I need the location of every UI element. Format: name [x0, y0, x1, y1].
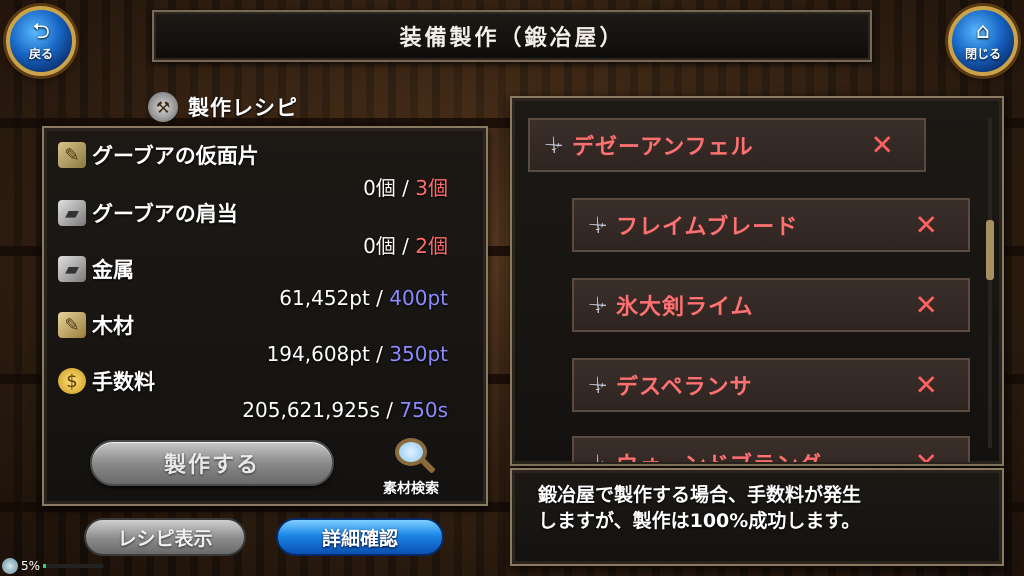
item-name: デスペランサ [616, 375, 753, 400]
recipe-header: ⚒ 製作レシピ [148, 92, 298, 122]
status-indicator: 5% [0, 556, 120, 576]
list-item[interactable]: ⚔ デスペランサ ✕ [572, 358, 970, 412]
material-count: 194,608pt / 350pt [266, 342, 448, 366]
item-name: 氷大剣ライム [616, 295, 754, 320]
ingot-icon: ▰ [58, 200, 86, 226]
material-count: 205,621,925s / 750s [242, 398, 448, 422]
recipe-icon: ⚒ [148, 92, 178, 122]
material-row: ▰ 金属 61,452pt / 400pt [58, 254, 458, 310]
list-item[interactable]: ⚔ フレイムブレード ✕ [572, 198, 970, 252]
detail-check-button[interactable]: 詳細確認 [276, 518, 444, 556]
craft-button[interactable]: 製作する [90, 440, 334, 486]
remove-icon[interactable]: ✕ [915, 447, 938, 463]
recipe-heading: 製作レシピ [188, 96, 298, 120]
material-name: グーブアの仮面片 [92, 144, 259, 168]
back-button[interactable]: ⮌ 戻る [6, 6, 76, 76]
magnifier-icon [395, 438, 427, 466]
list-item[interactable]: ⚔ 氷大剣ライム ✕ [572, 278, 970, 332]
sword-icon: ⚔ [584, 211, 612, 239]
material-row: ✎ 木材 194,608pt / 350pt [58, 310, 458, 366]
material-search-label: 素材検索 [383, 481, 439, 497]
list-item[interactable]: ⚔ デゼーアンフェル ✕ [528, 118, 926, 172]
item-name: ウォーンドブラング [616, 447, 822, 462]
material-count: 0個 / 3個 [363, 176, 448, 200]
info-message-line: 鍛冶屋で製作する場合、手数料が発生 [538, 484, 862, 506]
remove-icon[interactable]: ✕ [871, 129, 894, 162]
material-row: $ 手数料 205,621,925s / 750s [58, 366, 458, 422]
list-item[interactable]: ⚔ ウォーンドブラング ✕ [572, 436, 970, 462]
coin-icon: $ [58, 368, 86, 394]
material-row: ✎ グーブアの仮面片 0個 / 3個 [58, 140, 458, 200]
remove-icon[interactable]: ✕ [915, 289, 938, 322]
info-message-line: しますが、製作は100%成功します。 [538, 510, 861, 532]
remove-icon[interactable]: ✕ [915, 209, 938, 242]
sword-icon: ⚔ [584, 371, 612, 399]
scrollbar-track[interactable] [988, 118, 992, 448]
sword-icon: ⚔ [584, 291, 612, 319]
material-search-button[interactable]: 素材検索 [366, 438, 456, 498]
status-bar [43, 564, 104, 568]
horn-fragment-icon: ✎ [58, 142, 86, 168]
remove-icon[interactable]: ✕ [915, 369, 938, 402]
material-name: グーブアの肩当 [92, 202, 238, 226]
status-percent: 5% [21, 559, 41, 573]
wood-icon: ✎ [58, 312, 86, 338]
close-button[interactable]: ⌂ 閉じる [948, 6, 1018, 76]
equipment-list[interactable]: ⚔ デゼーアンフェル ✕ ⚔ フレイムブレード ✕ ⚔ 氷大剣ライム ✕ ⚔ デ… [512, 98, 1002, 462]
status-bar-fill [43, 564, 47, 568]
home-icon: ⌂ [976, 18, 990, 44]
material-row: ▰ グーブアの肩当 0個 / 2個 [58, 198, 458, 258]
material-count: 61,452pt / 400pt [279, 286, 448, 310]
close-label: 閉じる [964, 46, 1001, 61]
recipe-view-button[interactable]: レシピ表示 [84, 518, 246, 556]
material-name: 手数料 [92, 370, 155, 394]
back-arrow-icon: ⮌ [32, 18, 50, 44]
page-title: 装備製作（鍛冶屋） [399, 26, 625, 51]
material-name: 金属 [92, 258, 134, 282]
title-bar: 装備製作（鍛冶屋） [152, 10, 872, 62]
back-label: 戻る [28, 46, 53, 61]
orb-icon [2, 558, 18, 574]
ingot-icon: ▰ [58, 256, 86, 282]
material-name: 木材 [92, 314, 134, 338]
item-name: デゼーアンフェル [572, 135, 754, 160]
sword-icon: ⚔ [581, 446, 615, 462]
sword-icon: ⚔ [540, 131, 568, 159]
info-message: 鍛冶屋で製作する場合、手数料が発生 しますが、製作は100%成功します。 [538, 482, 988, 534]
item-name: フレイムブレード [616, 215, 799, 240]
scrollbar-thumb[interactable] [986, 220, 994, 280]
